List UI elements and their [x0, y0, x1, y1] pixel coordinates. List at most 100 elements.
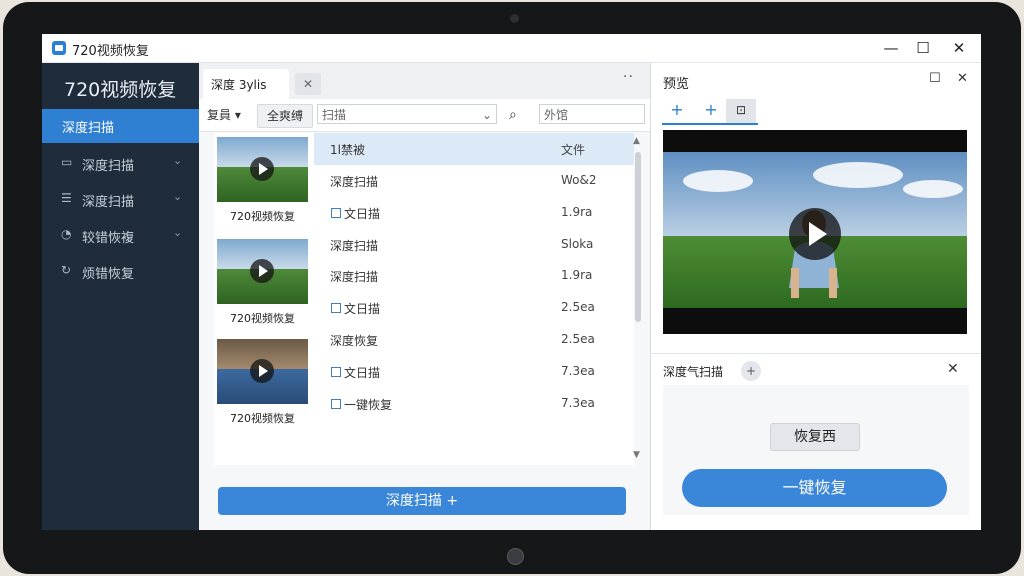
- file-name: 深度恢复: [330, 334, 379, 348]
- title-bar: 720视频恢复 — ☐ ✕: [42, 34, 981, 63]
- list-item[interactable]: 深度扫描 1.9ra: [314, 260, 614, 291]
- file-size: 2.5ea: [561, 300, 595, 314]
- play-icon: [250, 359, 274, 383]
- sidebar: 720视频恢复 深度扫描 ▭ 深度扫描 ⌄ ☰ 深度扫描 ⌄ ◔ 较错恢複 ⌄ …: [42, 63, 199, 530]
- sidebar-item-label: 深度扫描: [62, 121, 115, 136]
- play-icon: [250, 259, 274, 283]
- thumbnail-image: [217, 339, 308, 404]
- play-icon: [250, 157, 274, 181]
- file-size: 7.3ea: [561, 364, 595, 378]
- sidebar-item-deep-scan-2[interactable]: ☰ 深度扫描 ⌄: [42, 185, 199, 215]
- file-name: 1l禁被: [330, 143, 365, 157]
- folder-icon: ▭: [61, 155, 73, 169]
- scrollbar-thumb[interactable]: [635, 152, 641, 322]
- select-all-button[interactable]: 全爽缚: [257, 104, 313, 128]
- list-header-row[interactable]: 1l禁被 文件: [314, 133, 614, 164]
- crosshair-icon[interactable]: +: [696, 99, 726, 123]
- file-size: 1.9ra: [561, 205, 593, 219]
- filter-value: 扫描: [322, 108, 347, 122]
- toolbar-underline: [662, 123, 758, 125]
- sidebar-item-restore[interactable]: ↻ 烦错恢复: [42, 257, 199, 287]
- camera-dot: [510, 14, 519, 23]
- tab-more-button[interactable]: ··: [623, 69, 634, 85]
- chevron-down-icon: ⌄: [173, 190, 183, 203]
- chevron-down-icon: ⌄: [173, 226, 183, 239]
- list-item[interactable]: 一键恢复 7.3ea: [314, 388, 614, 419]
- file-size: Sloka: [561, 237, 594, 251]
- tab-close-button[interactable]: ✕: [295, 73, 321, 95]
- app-window: 720视频恢复 — ☐ ✕ 720视频恢复 深度扫描 ▭ 深度扫描 ⌄ ☰ 深度…: [42, 34, 981, 530]
- list-icon: ☰: [61, 191, 72, 205]
- video-preview[interactable]: [663, 130, 967, 334]
- file-name: 文日描: [344, 207, 381, 221]
- checkbox[interactable]: [331, 367, 341, 377]
- scroll-down-icon[interactable]: ▼: [633, 450, 640, 460]
- add-tab-icon[interactable]: +: [741, 361, 761, 381]
- file-toolbar: 复員 ▾ 全爽缚 扫描 ⌄ ⌕ 外馆: [199, 99, 650, 132]
- video-play-icon[interactable]: [789, 208, 841, 260]
- sort-dropdown[interactable]: 复員 ▾: [207, 104, 241, 126]
- thumbnail-caption: 720视频恢复: [230, 412, 295, 425]
- file-size: Wo&2: [561, 173, 597, 187]
- deep-scan-button[interactable]: 深度扫描 +: [218, 487, 626, 515]
- file-name: 深度扫描: [330, 270, 379, 284]
- chevron-down-icon: ⌄: [481, 108, 492, 122]
- file-name: 深度扫描: [330, 175, 379, 189]
- checkbox[interactable]: [331, 208, 341, 218]
- file-name: 深度扫描: [330, 239, 379, 253]
- app-logo-icon: [52, 41, 66, 55]
- panel-close-icon[interactable]: ✕: [947, 361, 959, 377]
- file-browser-pane: 深度 3ylis ✕ ·· 复員 ▾ 全爽缚 扫描 ⌄ ⌕ 外馆 720视频恢复 …: [199, 63, 651, 530]
- scroll-up-icon[interactable]: ▲: [633, 136, 640, 146]
- search-icon[interactable]: ⌕: [509, 104, 517, 126]
- one-click-restore-button[interactable]: 一键恢复: [682, 469, 947, 507]
- list-item[interactable]: 深度扫描 Sloka: [314, 229, 614, 260]
- file-list: 720视频恢复 720视频恢复 720视频恢复 1l禁被 文件 深度扫描 Wo&…: [214, 133, 634, 465]
- list-item[interactable]: 深度扫描 Wo&2: [314, 165, 614, 196]
- tab-bar: 深度 3ylis ✕ ··: [199, 63, 650, 99]
- window-title: 720视频恢复: [72, 44, 149, 59]
- preview-close-button[interactable]: ✕: [957, 71, 968, 86]
- thumbnail-image: [217, 239, 308, 304]
- minimize-button[interactable]: —: [876, 37, 906, 59]
- list-item[interactable]: 深度恢复 2.5ea: [314, 324, 614, 355]
- sidebar-item-deep-scan[interactable]: ▭ 深度扫描 ⌄: [42, 149, 199, 179]
- filter-select[interactable]: 扫描 ⌄: [317, 104, 497, 124]
- sort-label: 复員: [207, 108, 232, 122]
- tab-scan[interactable]: 深度 3ylis: [203, 69, 289, 99]
- list-item[interactable]: 文日描 7.3ea: [314, 356, 614, 387]
- home-button[interactable]: [507, 548, 524, 565]
- list-item[interactable]: 文日描 1.9ra: [314, 197, 614, 228]
- file-size: 7.3ea: [561, 396, 595, 410]
- file-name: 文日描: [344, 366, 381, 380]
- preview-pane: 预览 ☐ ✕ + + ⊡ 深度气扫描 + ✕ 恢复西 一键恢复: [651, 63, 981, 530]
- list-item[interactable]: 文日描 2.5ea: [314, 292, 614, 323]
- close-button[interactable]: ✕: [944, 37, 974, 59]
- chevron-down-icon: ⌄: [173, 154, 183, 167]
- zoom-in-icon[interactable]: +: [662, 99, 692, 123]
- restore-window-icon[interactable]: ☐: [929, 71, 941, 86]
- sidebar-item-label: 深度扫描: [82, 159, 135, 174]
- sidebar-item-active[interactable]: 深度扫描: [42, 109, 199, 143]
- fit-view-icon[interactable]: ⊡: [726, 99, 756, 123]
- tab-label: 深度 3ylis: [211, 78, 267, 92]
- sidebar-item-label: 深度扫描: [82, 195, 135, 210]
- maximize-button[interactable]: ☐: [908, 37, 938, 59]
- restore-button[interactable]: 恢复西: [770, 423, 860, 451]
- file-size: 文件: [561, 143, 586, 157]
- sidebar-item-label: 烦错恢复: [82, 267, 135, 282]
- search-input[interactable]: 外馆: [539, 104, 645, 124]
- divider: [651, 353, 981, 354]
- sidebar-item-recovery[interactable]: ◔ 较错恢複 ⌄: [42, 221, 199, 251]
- vertical-scrollbar[interactable]: ▲ ▼: [633, 136, 643, 464]
- checkbox[interactable]: [331, 303, 341, 313]
- clock-icon: ◔: [61, 227, 72, 241]
- file-name: 一键恢复: [344, 398, 393, 412]
- panel-tab[interactable]: 深度气扫描: [663, 363, 723, 380]
- refresh-icon: ↻: [61, 263, 72, 277]
- preview-title: 预览: [663, 77, 690, 92]
- thumbnail-caption: 720视频恢复: [230, 210, 295, 223]
- checkbox[interactable]: [331, 399, 341, 409]
- sidebar-item-label: 较错恢複: [82, 231, 135, 246]
- file-name: 文日描: [344, 302, 381, 316]
